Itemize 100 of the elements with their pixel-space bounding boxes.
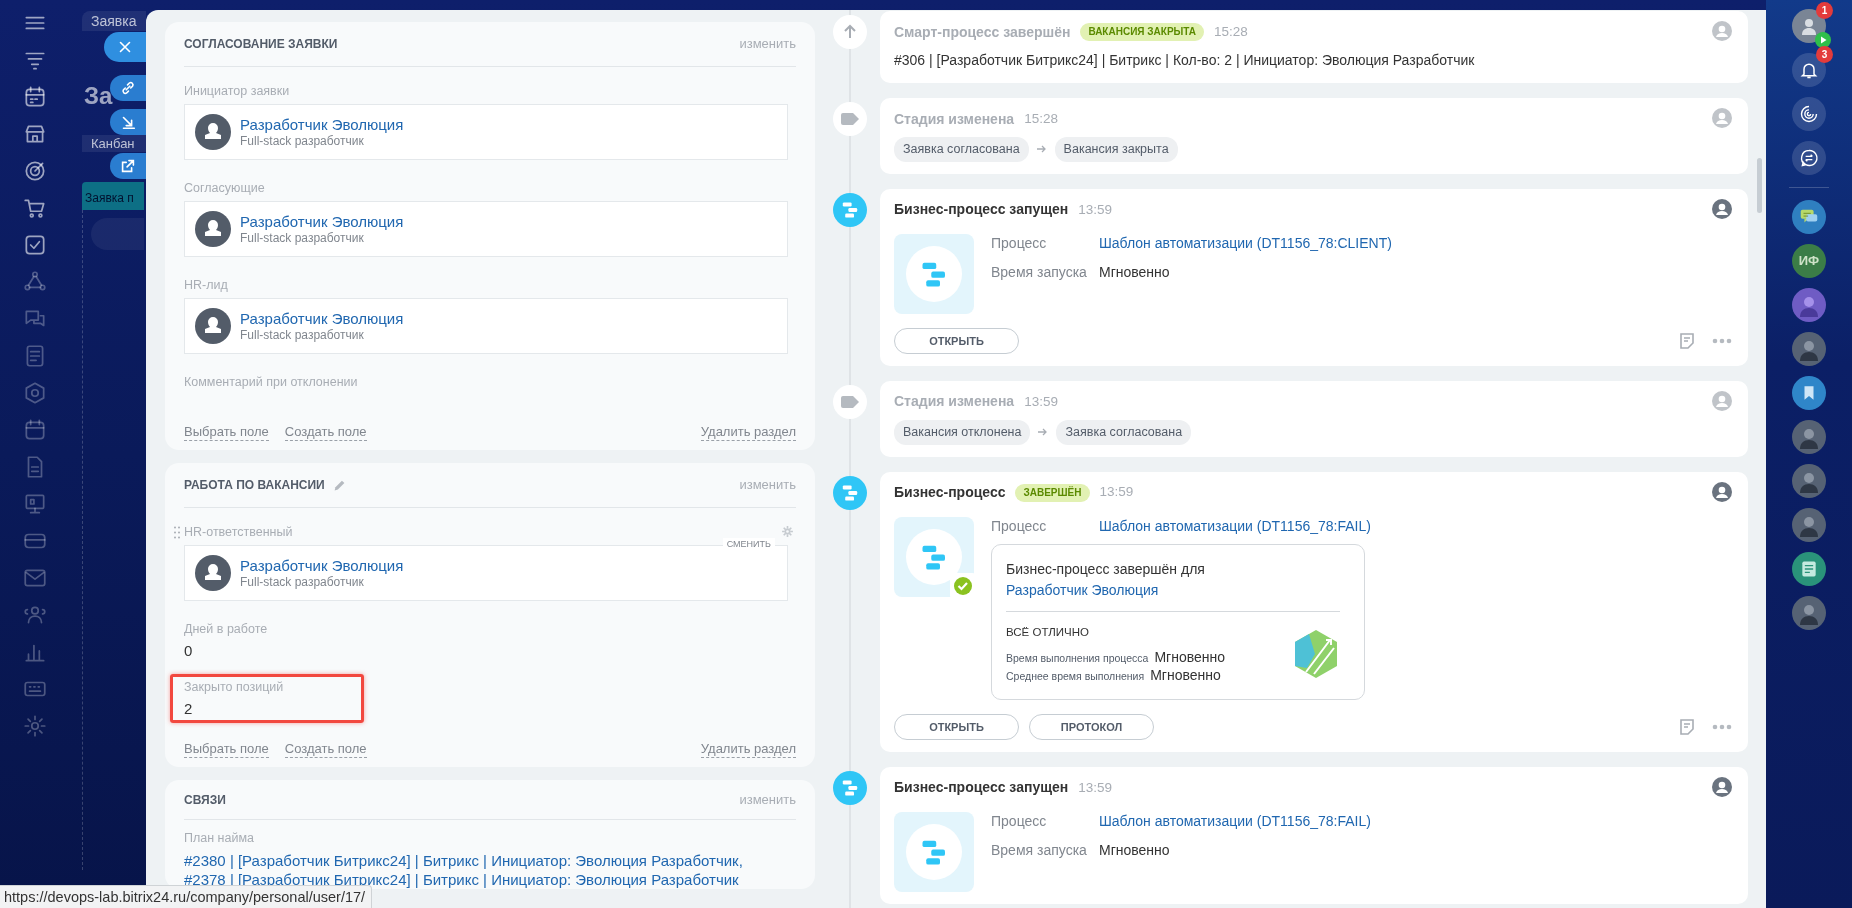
process-link[interactable]: Шаблон автоматизации (DT1156_78:FAIL) [1099,516,1371,535]
create-field-link[interactable]: Создать поле [284,741,367,758]
stage-chip: Вакансия закрыта [1054,137,1178,162]
field-label: HR-ответственный [184,524,293,540]
user-position: Full-stack разработчик [240,231,365,245]
scrollbar[interactable] [1757,158,1762,213]
spiral-button[interactable] [1792,97,1826,131]
play-icon[interactable] [1815,32,1831,48]
arrow-right-icon [1036,145,1047,154]
user-icon[interactable] [1712,198,1732,219]
select-field-link[interactable]: Выбрать поле [184,424,269,441]
stage-chip: Вакансия отклонена [894,419,1031,445]
external-link-button[interactable] [110,153,146,179]
calendar-icon[interactable] [22,84,48,110]
avatar-icon [195,211,231,247]
counter-badge: 3 [1816,46,1833,63]
detail-label: Время запуска [991,840,1088,859]
event-title: Бизнес-процесс запущен [894,778,1069,798]
delete-section-link[interactable]: Удалить раздел [700,741,796,758]
contact-avatar[interactable] [1792,508,1826,542]
field-label: HR-лид [184,277,228,293]
select-field-link[interactable]: Выбрать поле [184,741,269,758]
flow-icon [840,777,860,798]
field-label: Инициатор заявки [184,83,290,99]
close-button[interactable] [104,32,146,62]
url-tooltip: https://devops-lab.bitrix24.ru/company/personal/user/17/ [0,885,373,908]
user-position: Full-stack разработчик [240,575,365,589]
search-field[interactable]: Заявка [82,11,146,31]
person-icon [1799,16,1819,36]
detail-value: Мгновенно [1099,840,1170,859]
initials-avatar[interactable]: ИФ [1792,244,1826,278]
event-time: 13:59 [1099,483,1134,502]
drag-handle-icon[interactable] [174,526,180,539]
field-label: Дней в работе [184,621,268,637]
settings-icon[interactable] [22,713,48,739]
event-text: #306 | [Разработчик Битрикс24] | Битрикс | Кол-во: 2 | Инициатор: Эволюция Разработчик [894,51,1476,70]
contact-avatar[interactable] [1792,288,1826,322]
user-position: Full-stack разработчик [240,328,365,342]
contact-avatar[interactable] [1792,464,1826,498]
user-name-link[interactable]: Разработчик Эволюция [240,310,404,328]
stat-value: Мгновенно [1150,666,1221,684]
detail-label: Процесс [991,233,1048,252]
user-name-link[interactable]: Разработчик Эволюция [1006,581,1159,598]
kanban-column-header: Заявка п [82,182,144,210]
user-name-link[interactable]: Разработчик Эволюция [240,557,404,575]
user-icon[interactable] [1712,481,1732,502]
chat-button[interactable] [1792,141,1826,175]
flow-icon [840,482,860,503]
contact-avatar[interactable] [1792,332,1826,366]
event-time: 13:59 [1078,778,1113,797]
action-button[interactable]: ОТКРЫТЬ [894,713,1019,740]
process-icon [906,823,962,880]
status-badge: ЗАВЕРШЁН [1015,483,1090,502]
presentation-icon[interactable] [22,491,48,517]
related-item-link[interactable]: #2380 | [Разработчик Битрикс24] | Битрикс | Инициатор: Эволюция Разработчик, [184,851,796,870]
contact-avatar[interactable] [1792,420,1826,454]
contact-avatar[interactable] [1792,596,1826,630]
check-square-icon[interactable] [22,232,48,258]
event-title: Бизнес-процесс [894,483,1006,502]
result-status: ВСЁ ОТЛИЧНО [1006,624,1090,640]
tag-icon [841,113,859,125]
delete-section-link[interactable]: Удалить раздел [700,424,796,441]
event-title: Бизнес-процесс запущен [894,200,1069,220]
user-name-link[interactable]: Разработчик Эволюция [240,213,404,231]
link-icon [119,79,137,97]
detail-label: Процесс [991,811,1048,830]
action-button[interactable]: ОТКРЫТЬ [894,327,1019,354]
event-time: 15:28 [1024,109,1058,128]
contact-avatar[interactable] [1792,552,1826,586]
stage-chip: Заявка согласована [1056,419,1192,445]
stat-label: Среднее время выполнения [1006,668,1145,684]
process-link[interactable]: Шаблон автоматизации (DT1156_78:FAIL) [1099,811,1371,830]
spiral-icon [1799,104,1819,124]
avatar-icon [195,308,231,344]
process-link[interactable]: Шаблон автоматизации (DT1156_78:CLIENT) [1099,233,1392,252]
process-icon [906,245,962,302]
view-tab[interactable]: Канбан [82,135,146,152]
event-title: Смарт-процесс завершён [894,22,1071,42]
arrow-down-right-button[interactable] [110,109,146,135]
field-label: Закрыто позиций [184,679,284,695]
hexagon-chart-icon [1292,628,1340,681]
action-button[interactable]: ПРОТОКОЛ [1029,713,1154,740]
user-icon[interactable] [1712,776,1732,797]
arrow-up-icon [842,24,858,40]
contact-avatar[interactable] [1792,376,1826,410]
process-icon [906,528,962,585]
event-time: 13:59 [1078,200,1113,219]
user-position: Full-stack разработчик [240,134,365,148]
flow-icon [840,199,860,220]
contact-avatar[interactable] [1792,200,1826,234]
section-title: СОГЛАСОВАНИЕ ЗАЯВКИ [184,36,338,53]
event-title: Стадия изменена [894,109,1015,129]
change-link[interactable]: СМЕНИТЬ [722,538,775,550]
create-field-link[interactable]: Создать поле [284,424,367,441]
hexagon-icon[interactable] [22,380,48,406]
field-value: 2 [184,700,194,718]
detail-label: Время запуска [991,262,1088,281]
event-time: 15:28 [1214,22,1248,41]
counter-badge: 1 [1816,2,1833,19]
user-name-link[interactable]: Разработчик Эволюция [240,116,404,134]
